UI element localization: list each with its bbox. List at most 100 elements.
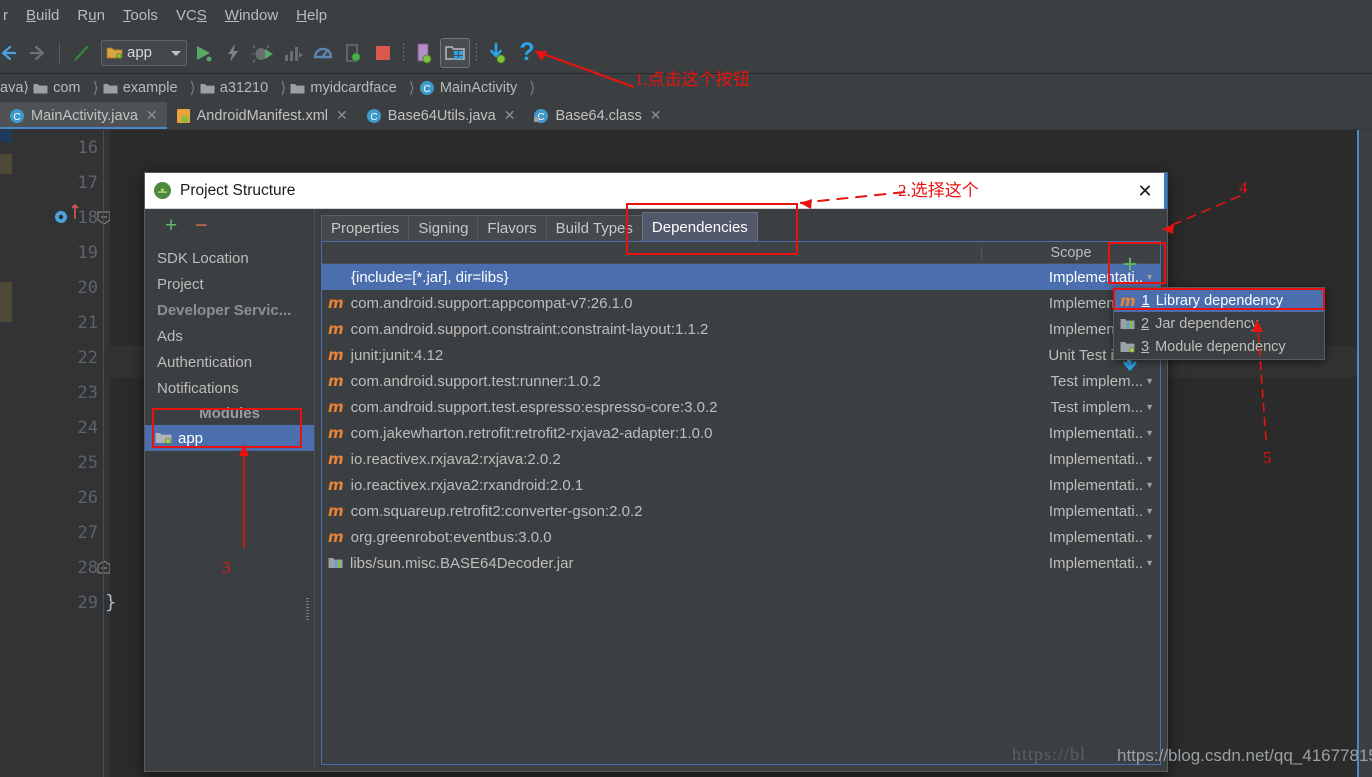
close-icon[interactable]: ✕ — [1133, 179, 1157, 203]
table-row[interactable]: m com.android.support.test.espresso:espre… — [322, 394, 1160, 420]
menu-item-clipped[interactable]: r — [0, 0, 17, 32]
close-icon[interactable]: ✕ — [650, 107, 662, 124]
java-class-icon: C — [366, 108, 381, 123]
dialog-body: + − SDK Location Project Developer Servi… — [145, 209, 1167, 771]
attach-debugger-icon[interactable] — [339, 39, 367, 67]
breadcrumb-item-myidcardface[interactable]: myidcardface ⟩ — [286, 78, 415, 98]
menu-item-module-dependency[interactable]: 3 Module dependency — [1114, 335, 1324, 358]
table-row[interactable]: m io.reactivex.rxjava2:rxjava:2.0.2 Imple… — [322, 446, 1160, 472]
code-closing-brace: } — [105, 591, 117, 613]
debug-icon[interactable] — [249, 39, 277, 67]
table-row[interactable]: m org.greenrobot:eventbus:3.0.0 Implement… — [322, 524, 1160, 550]
stop-icon[interactable] — [369, 39, 397, 67]
close-icon[interactable]: ✕ — [504, 107, 516, 124]
menu-item-number: 3 — [1141, 338, 1150, 355]
run-icon[interactable] — [189, 39, 217, 67]
editor-tab-base64class[interactable]: C Base64.class ✕ — [524, 102, 670, 129]
table-row[interactable]: m com.android.support:appcompat-v7:26.1.0… — [322, 290, 1160, 316]
dependency-name: m com.android.support.test.espresso:espre… — [328, 398, 718, 416]
table-row[interactable]: {include=[*.jar], dir=libs} Implementati… — [322, 264, 1160, 290]
table-row[interactable]: m com.android.support.constraint:constrai… — [322, 316, 1160, 342]
help-icon[interactable]: ? — [513, 39, 541, 67]
table-row[interactable]: m io.reactivex.rxjava2:rxandroid:2.0.1 Im… — [322, 472, 1160, 498]
sidebar-item-notifications[interactable]: Notifications — [145, 375, 314, 401]
tab-flavors[interactable]: Flavors — [477, 215, 547, 241]
line-number: 25 — [77, 453, 98, 473]
menu-item-jar-dependency[interactable]: 2 Jar dependency — [1114, 312, 1324, 335]
editor-gutter[interactable]: 16 17 18 19 20 21 22 23 24 25 26 27 28 2… — [12, 130, 111, 777]
sidebar-item-project[interactable]: Project — [145, 271, 314, 297]
compiled-class-icon: C — [534, 108, 549, 123]
build-hammer-icon[interactable] — [67, 39, 95, 67]
add-dependency-button[interactable]: + — [1100, 245, 1160, 283]
table-row[interactable]: m com.jakewharton.retrofit:retrofit2-rxja… — [322, 420, 1160, 446]
avd-manager-icon[interactable] — [410, 39, 438, 67]
monitor-icon[interactable] — [309, 39, 337, 67]
sidebar-item-app-module[interactable]: app — [145, 425, 314, 451]
app-window: r Build Run Tools VCS Window Help app ? … — [0, 0, 1372, 777]
tab-label: Signing — [418, 220, 469, 237]
marker-olive-2 — [0, 282, 12, 322]
sidebar-item-developer-services[interactable]: Developer Servic... — [145, 297, 314, 323]
dependency-scope[interactable]: Implementati..▼ — [982, 503, 1160, 520]
breadcrumb-label: com — [53, 80, 81, 96]
remove-module-button[interactable]: − — [195, 215, 207, 236]
add-module-button[interactable]: + — [165, 215, 177, 236]
maven-icon: m — [328, 294, 344, 312]
breakpoint-icon[interactable] — [54, 210, 68, 229]
tab-signing[interactable]: Signing — [408, 215, 479, 241]
tab-properties[interactable]: Properties — [321, 215, 410, 241]
table-row[interactable]: libs/sun.misc.BASE64Decoder.jar Implemen… — [322, 550, 1160, 576]
dependency-scope[interactable]: Implementati..▼ — [982, 425, 1160, 442]
table-row[interactable]: mjunit:junit:4.12 Unit Test imp..▼ — [322, 342, 1160, 368]
editor-tab-androidmanifest[interactable]: AndroidManifest.xml ✕ — [167, 102, 357, 129]
chevron-down-icon: ▼ — [1145, 428, 1154, 438]
breadcrumb-item-example[interactable]: example ⟩ — [99, 78, 196, 98]
module-selector-label: app — [127, 44, 153, 61]
breadcrumb-item-a31210[interactable]: a31210 ⟩ — [196, 78, 286, 98]
sidebar-item-ads[interactable]: Ads — [145, 323, 314, 349]
apply-changes-icon[interactable] — [219, 39, 247, 67]
override-arrow-icon[interactable] — [70, 203, 80, 225]
menu-item-library-dependency[interactable]: m 1 Library dependency — [1114, 289, 1324, 312]
dependency-name: m com.android.support.test:runner:1.0.2 — [328, 372, 601, 390]
sdk-manager-icon[interactable] — [440, 37, 471, 68]
profile-bars-icon[interactable] — [279, 39, 307, 67]
dependency-scope[interactable]: Implementati..▼ — [982, 529, 1160, 546]
menu-item-tools[interactable]: Tools — [114, 0, 167, 32]
back-arrow-icon[interactable] — [0, 39, 22, 67]
dependency-scope[interactable]: Implementati..▼ — [982, 555, 1160, 572]
annotation-label-4: 4 — [1239, 178, 1248, 197]
dependency-scope[interactable]: Implementati..▼ — [982, 477, 1160, 494]
tab-build-types[interactable]: Build Types — [545, 215, 643, 241]
menu-item-build[interactable]: Build — [17, 0, 68, 32]
breadcrumb-item-mainactivity[interactable]: C MainActivity ⟩ — [415, 78, 536, 98]
dependency-scope[interactable]: Test implem... ▼ — [982, 399, 1160, 416]
column-header-name[interactable] — [322, 242, 982, 263]
forward-arrow-icon[interactable] — [24, 39, 52, 67]
menu-item-run[interactable]: Run — [68, 0, 114, 32]
editor-scrollbar[interactable] — [1359, 130, 1372, 777]
menu-item-vcs[interactable]: VCS — [167, 0, 216, 32]
editor-tab-mainactivity[interactable]: C MainActivity.java ✕ — [0, 102, 167, 129]
dialog-title: Project Structure — [180, 181, 296, 199]
editor-tab-base64utils[interactable]: C Base64Utils.java ✕ — [357, 102, 525, 129]
table-row[interactable]: m com.android.support.test:runner:1.0.2 T… — [322, 368, 1160, 394]
module-selector[interactable]: app — [101, 39, 188, 66]
menu-item-help[interactable]: Help — [287, 0, 336, 32]
sidebar-item-sdk-location[interactable]: SDK Location — [145, 245, 314, 271]
close-icon[interactable]: ✕ — [146, 107, 158, 124]
dependencies-table-header: Scope — [322, 242, 1160, 264]
close-icon[interactable]: ✕ — [336, 107, 348, 124]
breadcrumb-item-com[interactable]: com ⟩ — [29, 78, 99, 98]
panel-splitter-handle[interactable] — [306, 598, 309, 620]
table-row[interactable]: m com.squareup.retrofit2:converter-gson:2… — [322, 498, 1160, 524]
breadcrumb-clipped[interactable]: ava — [0, 80, 23, 96]
maven-icon: m — [1120, 291, 1136, 310]
line-number: 22 — [77, 348, 98, 368]
sync-gradle-icon[interactable] — [483, 39, 511, 67]
dependency-scope[interactable]: Implementati..▼ — [982, 451, 1160, 468]
menu-item-window[interactable]: Window — [216, 0, 287, 32]
sidebar-item-authentication[interactable]: Authentication — [145, 349, 314, 375]
tab-dependencies[interactable]: Dependencies — [641, 212, 758, 241]
